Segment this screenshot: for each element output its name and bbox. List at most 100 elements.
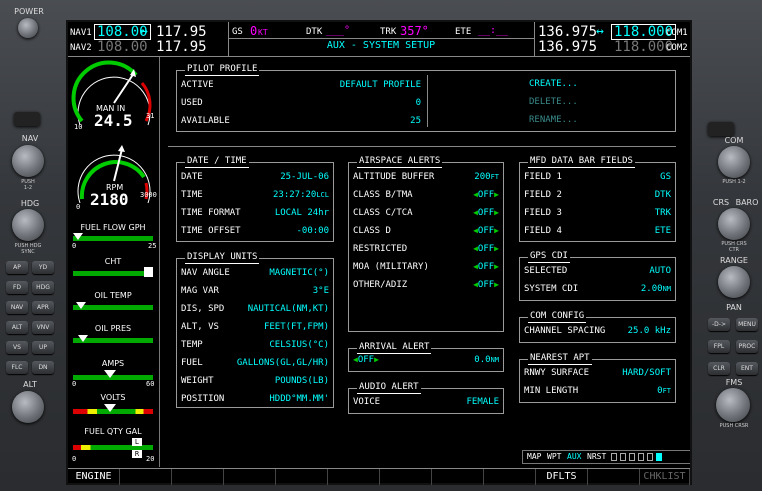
fuel-flow-min: 0 (72, 242, 77, 250)
softkey-11[interactable] (588, 469, 640, 485)
active-profile-value[interactable]: DEFAULT PROFILE (340, 79, 421, 91)
field-4-value[interactable]: ETE (655, 225, 671, 237)
class-c-toggle[interactable]: OFF (478, 208, 494, 218)
position-value[interactable]: HDDD°MM.MM' (269, 393, 329, 405)
nav-key[interactable]: NAV (6, 301, 28, 314)
fuel-qty-max: 20 (146, 455, 155, 463)
field-2-value[interactable]: DTK (655, 189, 671, 201)
com-swap-button[interactable] (708, 122, 734, 136)
oil-temp-label: OIL TEMP (94, 291, 132, 300)
hdg-key[interactable]: HDG (32, 281, 54, 294)
trk-label: TRK (380, 27, 397, 37)
field-label: FIELD 1 (524, 172, 562, 182)
dis-spd-value[interactable]: NAUTICAL(NM,KT) (248, 303, 329, 315)
amps-label: AMPS (101, 359, 125, 368)
oil-temp-pointer (76, 302, 86, 309)
softkey-7[interactable] (380, 469, 432, 485)
delete-profile-button[interactable]: DELETE... (529, 97, 578, 107)
field-3-value[interactable]: TRK (655, 207, 671, 219)
field-1-value[interactable]: GS (660, 171, 671, 183)
chklist-softkey[interactable]: CHKLIST (640, 469, 690, 485)
cdi-selected-value[interactable]: AUTO (649, 265, 671, 277)
softkey-2[interactable] (120, 469, 172, 485)
ent-key[interactable]: ENT (736, 362, 758, 375)
man-value: 24.5 (94, 111, 133, 130)
range-joystick[interactable] (718, 266, 750, 298)
yd-key[interactable]: YD (32, 261, 54, 274)
softkey-8[interactable] (432, 469, 484, 485)
moa-toggle[interactable]: OFF (478, 262, 494, 272)
amps-min: 0 (72, 380, 77, 388)
softkey-6[interactable] (328, 469, 380, 485)
nav2-standby-freq: 117.95 (156, 39, 207, 55)
com-knob[interactable] (718, 146, 750, 178)
dn-key[interactable]: DN (32, 361, 54, 374)
time-value[interactable]: 23:27:20 (273, 190, 316, 200)
airspace-class-label: OTHER/ADIZ (353, 280, 408, 290)
fuel-flow-max: 25 (148, 242, 157, 250)
flc-key[interactable]: FLC (6, 361, 28, 374)
restricted-toggle[interactable]: OFF (478, 244, 494, 254)
weight-value[interactable]: POUNDS(LB) (275, 375, 329, 387)
alt-key[interactable]: ALT (6, 321, 28, 334)
engine-softkey[interactable]: ENGINE (68, 469, 120, 485)
nav-knob-label: NAV (21, 134, 39, 143)
alt-vs-value[interactable]: FEET(FT,FPM) (264, 321, 329, 333)
date-value[interactable]: 25-JUL-06 (280, 171, 329, 183)
vnv-key[interactable]: VNV (32, 321, 54, 334)
unit-row-label: WEIGHT (181, 376, 214, 386)
nav-swap-button[interactable] (14, 112, 40, 126)
clr-key[interactable]: CLR (708, 362, 730, 375)
nav-knob[interactable] (12, 145, 44, 177)
voice-label: VOICE (353, 397, 381, 407)
time-label: TIME (181, 190, 203, 200)
create-profile-button[interactable]: CREATE... (529, 79, 578, 89)
runway-surface-value[interactable]: HARD/SOFT (622, 367, 671, 379)
arrival-alert-panel: ARRIVAL ALERT ◀OFF▶ 0.0NM (348, 342, 504, 372)
softkey-9[interactable] (484, 469, 536, 485)
hdg-knob[interactable] (12, 209, 44, 241)
voice-value[interactable]: FEMALE (466, 396, 499, 408)
dtk-value: ___° (326, 25, 351, 36)
apr-key[interactable]: APR (32, 301, 54, 314)
power-knob[interactable] (18, 18, 38, 38)
dflts-softkey[interactable]: DFLTS (536, 469, 588, 485)
class-b-toggle[interactable]: OFF (478, 190, 494, 200)
used-label: USED (181, 98, 203, 108)
fpl-key[interactable]: FPL (708, 340, 730, 353)
com-knob-label: COM (724, 136, 744, 145)
menu-key[interactable]: MENU (736, 318, 758, 331)
time-offset-value[interactable]: -00:00 (296, 225, 329, 237)
arrival-alert-toggle[interactable]: OFF (358, 355, 374, 365)
time-format-label: TIME FORMAT (181, 208, 241, 218)
fd-key[interactable]: FD (6, 281, 28, 294)
other-adiz-toggle[interactable]: OFF (478, 280, 494, 290)
nav-angle-value[interactable]: MAGNETIC(°) (269, 267, 329, 279)
softkey-3[interactable] (172, 469, 224, 485)
softkey-4[interactable] (224, 469, 276, 485)
system-cdi-value: 2.00 (640, 284, 663, 294)
page-title: AUX - SYSTEM SETUP (326, 40, 436, 51)
crs-baro-knob[interactable] (718, 208, 750, 240)
direct-to-key[interactable]: -D-> (708, 318, 730, 331)
vs-key[interactable]: VS (6, 341, 28, 354)
rename-profile-button[interactable]: RENAME... (529, 115, 578, 125)
time-format-value[interactable]: LOCAL 24hr (275, 207, 329, 219)
nearest-apt-panel: NEAREST APT RNWY SURFACE HARD/SOFT MIN LE… (519, 353, 676, 403)
fuel-unit-value[interactable]: GALLONS(GL,GL/HR) (237, 357, 329, 369)
alt-knob[interactable] (12, 391, 44, 423)
time-offset-label: TIME OFFSET (181, 226, 241, 236)
fms-knob[interactable] (716, 388, 750, 422)
min-length-label: MIN LENGTH (524, 386, 579, 396)
class-d-toggle[interactable]: OFF (478, 226, 494, 236)
hdg-knob-label: HDG (20, 199, 40, 208)
proc-key[interactable]: PROC (736, 340, 758, 353)
time-unit: LCL (316, 191, 329, 199)
temp-value[interactable]: CELSIUS(°C) (269, 339, 329, 351)
softkey-5[interactable] (276, 469, 328, 485)
channel-spacing-value[interactable]: 25.0 kHz (628, 325, 671, 337)
ap-key[interactable]: AP (6, 261, 28, 274)
up-key[interactable]: UP (32, 341, 54, 354)
altitude-buffer-value[interactable]: 200 (474, 172, 490, 182)
arrival-alert-distance[interactable]: 0.0 (474, 355, 490, 365)
